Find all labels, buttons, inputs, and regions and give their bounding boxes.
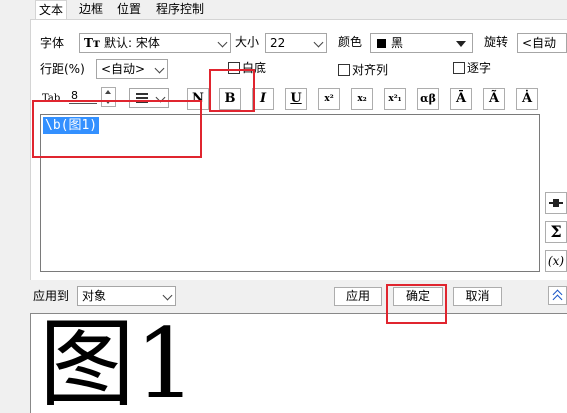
line-spacing-label: 行距(%): [40, 62, 85, 76]
collapse-button[interactable]: [548, 286, 567, 305]
line-spacing-select[interactable]: <自动>: [96, 59, 168, 79]
underline-button[interactable]: U: [285, 88, 307, 110]
field-code-text[interactable]: \b(图1): [43, 117, 100, 134]
by-char-checkbox[interactable]: [453, 62, 465, 74]
by-char-label: 逐字: [467, 61, 492, 75]
chevron-down-icon: [313, 37, 324, 48]
truetype-icon: Tт: [84, 36, 101, 50]
superscript-button[interactable]: x²: [318, 88, 340, 110]
greek-button[interactable]: αβ: [417, 88, 439, 110]
align-mid-line-icon: [136, 97, 148, 99]
tab-width-input[interactable]: 8: [69, 88, 97, 104]
sup-sub-button[interactable]: x²₁: [384, 88, 406, 110]
double-chevron-up-icon-2: [552, 294, 563, 305]
rotate-value: <自动: [522, 36, 557, 50]
rotate-label: 旋转: [484, 35, 509, 49]
cancel-button[interactable]: 取消: [453, 287, 502, 306]
dot-button[interactable]: Ȧ: [516, 88, 538, 110]
insert-field-button[interactable]: [545, 192, 567, 214]
tab-position[interactable]: 位置: [114, 0, 144, 19]
chevron-down-icon: [162, 290, 173, 301]
color-value: 黑: [391, 36, 404, 50]
spin-up-icon: [105, 90, 111, 94]
preview-area: 图1: [30, 313, 567, 413]
font-label: 字体: [40, 36, 65, 50]
normal-button[interactable]: N: [187, 88, 209, 110]
tab-border[interactable]: 边框: [76, 0, 106, 19]
color-swatch-icon: [377, 39, 386, 48]
color-label: 颜色: [338, 35, 363, 49]
apply-to-select[interactable]: 对象: [77, 286, 176, 306]
italic-button[interactable]: I: [252, 88, 274, 110]
size-label: 大小: [235, 35, 260, 49]
variable-button[interactable]: (x): [545, 250, 567, 272]
chevron-down-icon: [154, 63, 165, 74]
alignment-select[interactable]: [129, 88, 169, 108]
field-insert-box-icon: [553, 199, 559, 207]
subscript-button[interactable]: x₂: [351, 88, 373, 110]
ok-button[interactable]: 确定: [393, 287, 443, 306]
tab-bar: 文本 边框 位置 程序控制: [0, 0, 567, 21]
sigma-button[interactable]: Σ: [545, 221, 567, 243]
tab-text[interactable]: 文本: [35, 0, 68, 21]
preview-text: 图1: [39, 313, 197, 413]
apply-to-label: 应用到: [33, 289, 70, 303]
chevron-down-icon: [217, 37, 228, 48]
chevron-down-icon: [155, 92, 166, 103]
font-value: 默认: 宋体: [104, 36, 160, 50]
bold-button[interactable]: B: [219, 88, 241, 110]
font-select[interactable]: Tт 默认: 宋体: [79, 33, 231, 53]
color-select[interactable]: 黑: [370, 33, 473, 53]
size-value: 22: [270, 36, 286, 50]
line-spacing-value: <自动>: [101, 62, 146, 76]
apply-to-value: 对象: [82, 289, 107, 303]
size-select[interactable]: 22: [265, 33, 327, 53]
overbar-button[interactable]: Ā: [450, 88, 472, 110]
tilde-button[interactable]: Ã: [483, 88, 505, 110]
tab-label: Tab: [42, 93, 61, 104]
spin-down-icon: [105, 100, 111, 104]
align-label: 对齐列: [352, 63, 389, 77]
rotate-select[interactable]: <自动: [517, 33, 567, 53]
caret-down-icon: [456, 41, 466, 47]
apply-button[interactable]: 应用: [334, 287, 382, 306]
white-bg-label: 白底: [242, 61, 267, 75]
white-bg-checkbox[interactable]: [228, 62, 240, 74]
align-checkbox[interactable]: [338, 64, 350, 76]
field-code-editor[interactable]: \b(图1): [40, 114, 540, 272]
tab-program-control[interactable]: 程序控制: [153, 0, 207, 19]
tab-spinner[interactable]: [101, 87, 116, 107]
